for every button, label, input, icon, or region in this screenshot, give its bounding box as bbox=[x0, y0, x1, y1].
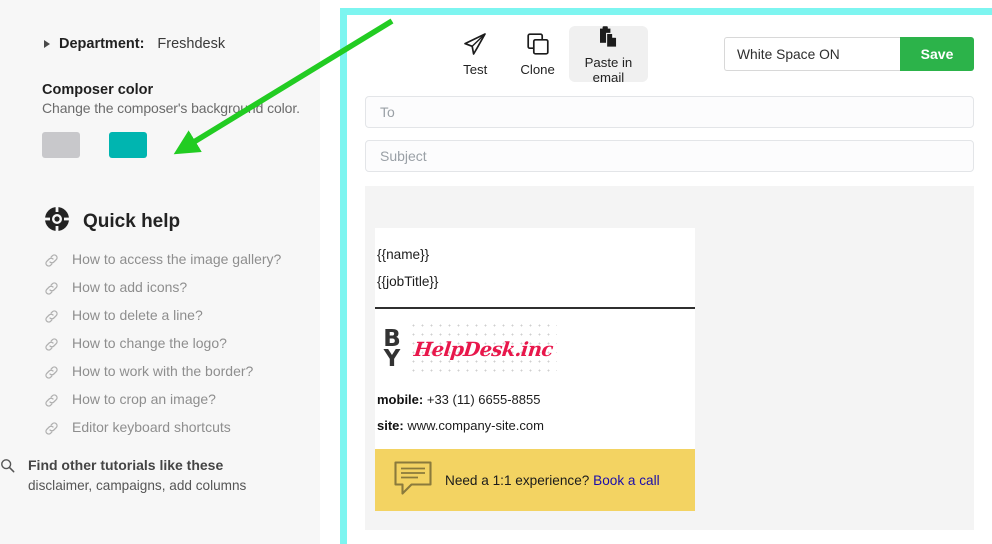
quick-help-item-label: How to change the logo? bbox=[72, 335, 227, 351]
test-button-label: Test bbox=[463, 62, 488, 77]
quick-help-item[interactable]: How to delete a line? bbox=[44, 307, 320, 335]
link-icon bbox=[44, 363, 59, 380]
link-icon bbox=[44, 251, 59, 268]
department-label: Department: bbox=[59, 36, 145, 52]
find-tutorials-item[interactable]: Find other tutorials like these disclaim… bbox=[0, 456, 320, 496]
logo-image-placeholder[interactable]: HelpDesk.inc bbox=[409, 321, 557, 377]
find-tutorials-title: Find other tutorials like these bbox=[28, 457, 224, 473]
quick-help-item-label: How to access the image gallery? bbox=[72, 251, 282, 267]
quick-help-item[interactable]: How to work with the border? bbox=[44, 363, 320, 391]
quick-help-item-label: How to add icons? bbox=[72, 279, 188, 295]
quick-help-item[interactable]: Editor keyboard shortcuts bbox=[44, 419, 320, 447]
composer-toolbar: Test Clone Paste in email White Space ON… bbox=[347, 15, 992, 93]
clone-button-label: Clone bbox=[520, 62, 555, 77]
paste-in-email-button-label: Paste in email bbox=[584, 54, 633, 85]
cta-text-group: Need a 1:1 experience? Book a call bbox=[445, 473, 660, 488]
quick-help-item[interactable]: How to crop an image? bbox=[44, 391, 320, 419]
cta-text: Need a 1:1 experience? bbox=[445, 472, 590, 488]
search-icon bbox=[0, 456, 15, 473]
contact-value-site: www.company-site.com bbox=[407, 418, 544, 434]
signature-name-input[interactable] bbox=[724, 37, 901, 71]
sidebar: Department: Freshdesk Composer color Cha… bbox=[0, 0, 320, 544]
subject-field-placeholder: Subject bbox=[380, 148, 427, 164]
paste-in-email-button[interactable]: Paste in email bbox=[568, 24, 649, 85]
by-monogram-bottom: Y bbox=[383, 346, 401, 372]
signature-header: {{name}} {{jobTitle}} bbox=[375, 228, 695, 309]
quick-help-list: How to access the image gallery? How to a… bbox=[0, 237, 320, 447]
copy-icon bbox=[525, 31, 551, 57]
quick-help-item-label: Editor keyboard shortcuts bbox=[72, 419, 231, 435]
cta-banner[interactable]: Need a 1:1 experience? Book a call bbox=[375, 449, 695, 512]
speech-bubble-icon bbox=[393, 460, 433, 501]
composer-inner: Test Clone Paste in email White Space ON… bbox=[347, 15, 992, 544]
clone-button[interactable]: Clone bbox=[506, 26, 568, 82]
quick-help-header: Quick help bbox=[0, 158, 320, 237]
paper-plane-icon bbox=[462, 31, 488, 57]
signature-logo-row[interactable]: B Y HelpDesk.inc bbox=[375, 309, 695, 387]
composer-color-title: Composer color bbox=[42, 82, 154, 98]
signature-jobtitle-token: {{jobTitle}} bbox=[377, 273, 439, 289]
clipboard-paste-icon bbox=[595, 24, 621, 50]
subject-field[interactable]: Subject bbox=[365, 140, 974, 172]
contact-value-mobile: +33 (11) 6655-8855 bbox=[426, 392, 541, 407]
quick-help-item-label: How to delete a line? bbox=[72, 307, 203, 323]
save-button[interactable]: Save bbox=[900, 37, 975, 71]
email-body-area[interactable]: {{name}} {{jobTitle}} B Y HelpDesk.inc m… bbox=[365, 186, 974, 530]
composer-panel: Test Clone Paste in email White Space ON… bbox=[320, 0, 992, 544]
link-icon bbox=[44, 335, 59, 352]
quick-help-title: Quick help bbox=[83, 210, 181, 232]
department-row[interactable]: Department: Freshdesk bbox=[0, 0, 320, 52]
signature-name-token: {{name}} bbox=[377, 247, 430, 262]
test-button[interactable]: Test bbox=[444, 26, 506, 82]
contact-row-site: site: www.company-site.com bbox=[375, 413, 695, 439]
department-value: Freshdesk bbox=[157, 36, 226, 52]
quick-help-item[interactable]: How to change the logo? bbox=[44, 335, 320, 363]
composer-color-description: Change the composer's background color. bbox=[42, 100, 300, 116]
contact-label-site: site: bbox=[377, 418, 404, 434]
find-tutorials-subtitle: disclaimer, campaigns, add columns bbox=[28, 478, 247, 493]
triangle-right-icon[interactable] bbox=[44, 40, 50, 48]
quick-help-item-label: How to work with the border? bbox=[72, 363, 254, 379]
signature-name-save-group: Save bbox=[724, 37, 975, 71]
link-icon bbox=[44, 307, 59, 324]
app-root: Department: Freshdesk Composer color Cha… bbox=[0, 0, 992, 544]
brand-wordmark: HelpDesk.inc bbox=[412, 337, 554, 361]
quick-help-item-label: How to crop an image? bbox=[72, 391, 216, 407]
color-swatch-gray[interactable] bbox=[42, 132, 80, 158]
to-field[interactable]: To bbox=[365, 96, 974, 128]
color-swatch-teal[interactable] bbox=[109, 132, 147, 158]
contact-label-mobile: mobile: bbox=[377, 392, 424, 407]
lifebuoy-icon bbox=[44, 206, 70, 237]
link-icon bbox=[44, 419, 59, 436]
book-a-call-link[interactable]: Book a call bbox=[593, 473, 660, 488]
by-monogram-icon: B Y bbox=[375, 327, 409, 372]
quick-help-item[interactable]: How to add icons? bbox=[44, 279, 320, 307]
to-field-placeholder: To bbox=[380, 104, 395, 120]
signature-card[interactable]: {{name}} {{jobTitle}} B Y HelpDesk.inc m… bbox=[375, 228, 695, 512]
composer-color-section: Composer color Change the composer's bac… bbox=[0, 52, 320, 158]
link-icon bbox=[44, 391, 59, 408]
link-icon bbox=[44, 279, 59, 296]
color-swatch-group bbox=[42, 132, 320, 158]
quick-help-item[interactable]: How to access the image gallery? bbox=[44, 251, 320, 279]
contact-row-mobile: mobile: +33 (11) 6655-8855 bbox=[375, 387, 695, 413]
